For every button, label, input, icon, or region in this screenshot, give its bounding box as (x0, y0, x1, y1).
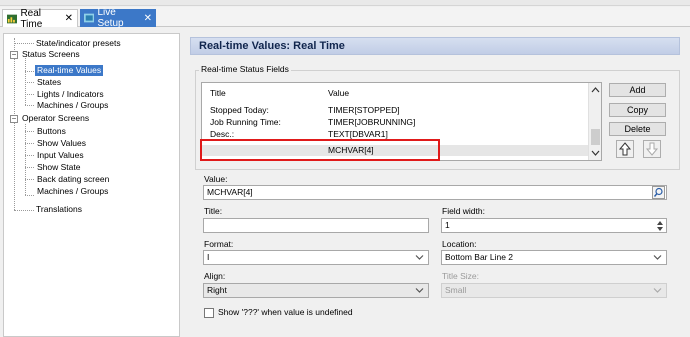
title-size-value: Small (445, 285, 467, 295)
chevron-down-icon (653, 288, 662, 293)
collapse-icon[interactable]: − (10, 51, 18, 59)
tree-item-real-time-values[interactable]: Real-time Values (35, 65, 104, 76)
title-size-select[interactable]: Small (441, 283, 667, 298)
tree-connector (25, 105, 34, 106)
toolbar-strip (0, 0, 690, 6)
tree-item-show-state[interactable]: Show State (37, 162, 80, 173)
spinner-icon[interactable] (656, 220, 664, 232)
tree-connector (25, 167, 34, 168)
title-size-label: Title Size: (442, 271, 480, 281)
row-value: TIMER[STOPPED] (328, 105, 400, 115)
tree-connector (25, 195, 34, 196)
tree-item-lights-indicators[interactable]: Lights / Indicators (37, 89, 104, 100)
tree-item-buttons[interactable]: Buttons (37, 126, 66, 137)
format-select[interactable]: I (203, 250, 429, 265)
close-icon[interactable]: ✕ (65, 13, 73, 24)
row-title: Stopped Today: (210, 105, 269, 115)
chevron-down-icon (415, 288, 424, 293)
value-label: Value: (204, 174, 228, 184)
field-width-value: 1 (445, 220, 450, 230)
format-label: Format: (204, 239, 234, 249)
tree-item-machines-groups-2[interactable]: Machines / Groups (37, 186, 108, 197)
move-down-button[interactable] (643, 140, 661, 158)
highlight-box (200, 139, 440, 161)
show-undefined-checkbox[interactable] (204, 308, 214, 318)
value-field[interactable]: MCHVAR[4] (203, 185, 667, 200)
tree-item-states[interactable]: States (37, 77, 61, 88)
copy-button[interactable]: Copy (609, 103, 666, 117)
tree-item-translations[interactable]: Translations (36, 204, 82, 215)
title-field[interactable] (203, 218, 429, 233)
tab-label: Real Time (20, 7, 43, 30)
tree-item-input-values[interactable]: Input Values (37, 150, 84, 161)
tree-connector (25, 94, 34, 95)
row-value: TIMER[JOBRUNNING] (328, 117, 416, 127)
value-text: MCHVAR[4] (207, 187, 253, 197)
tree-connector (25, 179, 34, 180)
tab-live-setup[interactable]: Live Setup ✕ (80, 7, 156, 29)
add-button[interactable]: Add (609, 83, 666, 97)
scroll-down-icon[interactable] (589, 149, 602, 157)
align-value: Right (207, 285, 227, 295)
search-icon[interactable] (652, 186, 665, 199)
tree-connector (25, 143, 34, 144)
column-header-title[interactable]: Title (210, 88, 226, 98)
location-select[interactable]: Bottom Bar Line 2 (441, 250, 667, 265)
tree-connector (25, 131, 34, 132)
align-label: Align: (204, 271, 226, 281)
arrow-down-icon (645, 142, 659, 156)
arrow-up-icon (618, 142, 632, 156)
table-row[interactable]: Job Running Time: TIMER[JOBRUNNING] (202, 117, 589, 128)
location-value: Bottom Bar Line 2 (445, 252, 514, 262)
field-width-label: Field width: (442, 206, 485, 216)
scroll-up-icon[interactable] (589, 86, 602, 94)
tree-connector (14, 210, 34, 211)
row-title: Job Running Time: (210, 117, 281, 127)
list-scrollbar[interactable] (588, 83, 601, 160)
tree-connector (14, 38, 15, 210)
page-title: Real-time Values: Real Time (190, 37, 680, 55)
navigation-tree: State/indicator presets − Status Screens… (3, 33, 180, 337)
tree-connector (25, 124, 26, 195)
tree-item-machines-groups[interactable]: Machines / Groups (37, 100, 108, 111)
tree-item-back-dating-screen[interactable]: Back dating screen (37, 174, 109, 185)
move-up-button[interactable] (616, 140, 634, 158)
tree-item-status-screens[interactable]: Status Screens (22, 49, 80, 60)
tab-real-time[interactable]: Real Time ✕ (2, 7, 78, 30)
align-select[interactable]: Right (203, 283, 429, 298)
close-icon[interactable]: ✕ (144, 13, 152, 24)
format-value: I (207, 252, 210, 262)
tree-connector (25, 155, 34, 156)
group-label: Real-time Status Fields (199, 64, 291, 74)
column-header-value[interactable]: Value (328, 88, 349, 98)
chevron-down-icon (415, 255, 424, 260)
title-label: Title: (204, 206, 223, 216)
location-label: Location: (442, 239, 477, 249)
field-width-stepper[interactable]: 1 (441, 218, 667, 233)
tree-item-state-indicator-presets[interactable]: State/indicator presets (36, 38, 121, 49)
collapse-icon[interactable]: − (10, 115, 18, 123)
scroll-thumb[interactable] (591, 129, 600, 145)
chevron-down-icon (653, 255, 662, 260)
tree-item-operator-screens[interactable]: Operator Screens (22, 113, 89, 124)
delete-button[interactable]: Delete (609, 122, 666, 136)
chart-icon (7, 14, 18, 23)
table-row[interactable]: Stopped Today: TIMER[STOPPED] (202, 105, 589, 116)
tree-connector (25, 82, 34, 83)
show-undefined-label[interactable]: Show '???' when value is undefined (218, 307, 353, 317)
tab-bar: Real Time ✕ Live Setup ✕ (0, 7, 690, 30)
tab-label: Live Setup (97, 7, 124, 29)
settings-screen-icon (84, 13, 95, 23)
tree-item-show-values[interactable]: Show Values (37, 138, 86, 149)
tree-connector (25, 71, 34, 72)
tree-connector (14, 43, 34, 44)
